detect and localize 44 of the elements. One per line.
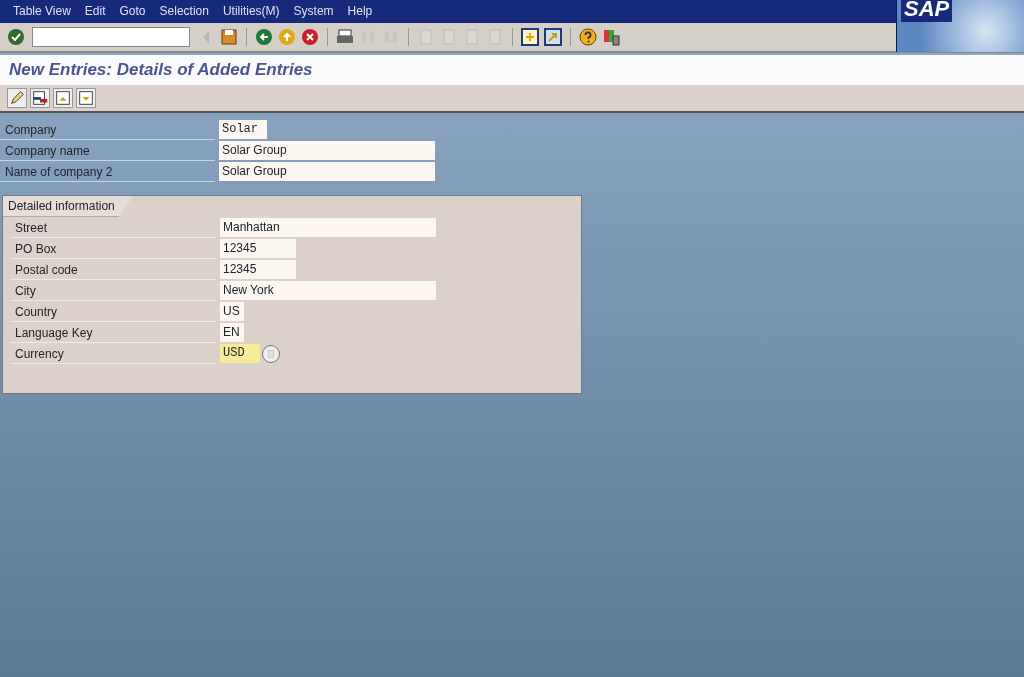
logo-text: SAP: [901, 0, 953, 22]
field-label: Country: [10, 301, 216, 322]
cancel-icon[interactable]: [300, 27, 320, 47]
input-field[interactable]: EN: [220, 323, 244, 342]
input-field[interactable]: Solar Group: [219, 162, 435, 181]
document-icon[interactable]: [76, 88, 96, 108]
input-field[interactable]: 12345: [220, 239, 296, 258]
check-icon[interactable]: [6, 27, 26, 47]
menu-item[interactable]: Edit: [77, 0, 113, 23]
group-title: Detailed information: [3, 196, 133, 217]
help-icon[interactable]: [578, 27, 598, 47]
field-label: Street: [10, 217, 216, 238]
menu-item[interactable]: Utilities(M): [215, 0, 287, 23]
value-help-button[interactable]: [262, 344, 280, 363]
new-window-icon[interactable]: [520, 27, 540, 47]
screen-title: New Entries: Details of Added Entries: [9, 59, 314, 81]
arrow-left-icon[interactable]: [254, 27, 274, 47]
field-label: Name of company 2: [0, 161, 215, 182]
input-field[interactable]: US: [220, 302, 244, 321]
field-label: City: [10, 280, 216, 301]
menu-item[interactable]: Selection: [152, 0, 216, 23]
menu-item[interactable]: Goto: [112, 0, 153, 23]
document-icon[interactable]: [53, 88, 73, 108]
field-label: Company name: [0, 140, 215, 161]
menu-item[interactable]: Table View: [6, 0, 78, 23]
input-field[interactable]: USD: [220, 344, 260, 363]
shortcut-icon[interactable]: [543, 27, 563, 47]
document-icon[interactable]: [30, 88, 50, 108]
input-field[interactable]: Solar Group: [219, 141, 435, 160]
color-palette-icon[interactable]: [601, 27, 621, 47]
pencil-icon[interactable]: [7, 88, 27, 108]
input-field[interactable]: Solar: [219, 120, 267, 139]
field-label: Company: [0, 119, 215, 140]
window-icon: [266, 348, 276, 359]
field-label: Language Key: [10, 322, 216, 343]
input-field[interactable]: New York: [220, 281, 436, 300]
input-field[interactable]: Manhattan: [220, 218, 436, 237]
field-label: PO Box: [10, 238, 216, 259]
field-label: Postal code: [10, 259, 216, 280]
command-field[interactable]: [32, 27, 190, 47]
input-field[interactable]: 12345: [220, 260, 296, 279]
menu-item[interactable]: Help: [340, 0, 380, 23]
field-label: Currency: [10, 343, 216, 364]
menu-item[interactable]: System: [286, 0, 341, 23]
